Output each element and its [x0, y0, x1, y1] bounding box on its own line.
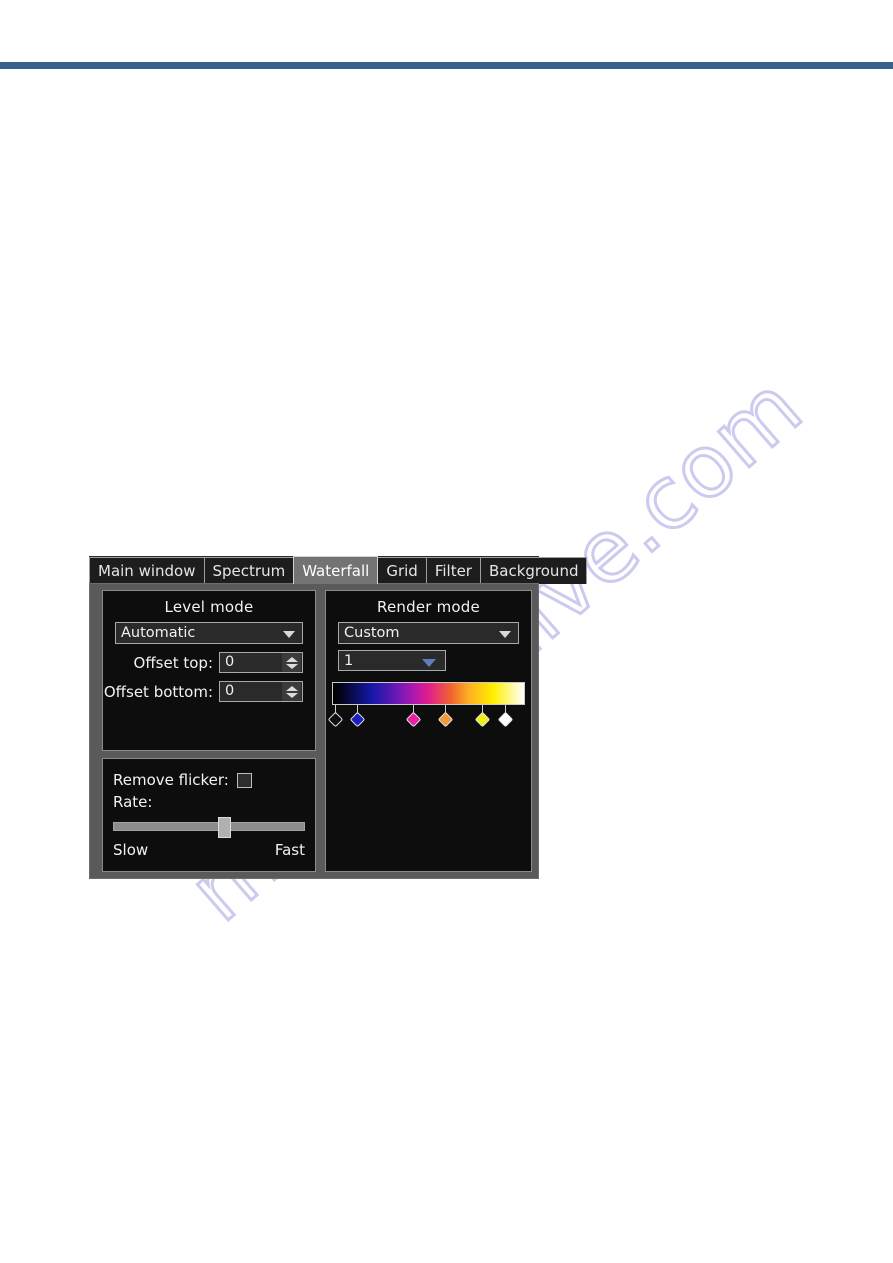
render-mode-combo-value: Custom [344, 625, 400, 641]
rate-slider[interactable] [113, 817, 305, 839]
gradient-stop-4[interactable] [438, 705, 454, 731]
page-header-rule [0, 62, 893, 69]
arrow-up-icon[interactable] [285, 685, 298, 691]
gradient-stop-swatch[interactable] [349, 711, 365, 728]
tab-waterfall[interactable]: Waterfall [293, 556, 379, 584]
gradient-stop-1[interactable] [328, 705, 344, 731]
gradient-stop-swatch[interactable] [405, 711, 421, 728]
offset-top-stepper[interactable]: 0 [219, 652, 303, 673]
offset-top-spin-buttons[interactable] [282, 653, 301, 672]
rate-slow-label: Slow [113, 841, 149, 860]
render-mode-group: Render mode Custom 1 [325, 590, 532, 872]
offset-bottom-stepper[interactable]: 0 [219, 681, 303, 702]
offset-top-row: Offset top: 0 [103, 652, 315, 673]
offset-top-value: 0 [225, 654, 235, 670]
level-mode-title: Level mode [164, 598, 254, 616]
palette-index-combo[interactable]: 1 [338, 650, 446, 671]
offset-top-label: Offset top: [133, 653, 213, 672]
gradient-stop-swatch[interactable] [328, 711, 344, 728]
palette-gradient-editor[interactable] [326, 682, 531, 731]
gradient-stop-swatch[interactable] [438, 711, 454, 728]
offset-bottom-spin-buttons[interactable] [282, 682, 301, 701]
gradient-stop-5[interactable] [474, 705, 491, 731]
render-mode-combo[interactable]: Custom [338, 622, 519, 644]
waterfall-settings-dialog: Main window Spectrum Waterfall Grid Filt… [89, 556, 588, 879]
render-mode-title: Render mode [377, 598, 480, 616]
arrow-down-icon[interactable] [285, 663, 298, 669]
rate-slider-endpoints: Slow Fast [103, 831, 315, 859]
chevron-down-icon [422, 658, 436, 667]
tab-spectrum[interactable]: Spectrum [203, 557, 295, 584]
level-mode-group: Level mode Automatic Offset top: 0 Offse… [102, 590, 316, 752]
tab-main-window[interactable]: Main window [89, 557, 205, 584]
tab-background[interactable]: Background [479, 557, 588, 584]
palette-index-value: 1 [344, 653, 354, 669]
rate-fast-label: Fast [274, 841, 305, 860]
rate-slider-handle[interactable] [218, 817, 232, 839]
remove-flicker-group: Remove flicker: Rate: Slow Fast [102, 758, 316, 872]
offset-bottom-row: Offset bottom: 0 [103, 681, 315, 702]
gradient-stop-3[interactable] [405, 705, 421, 731]
offset-bottom-label: Offset bottom: [103, 682, 213, 701]
right-column: Render mode Custom 1 [322, 584, 538, 878]
gradient-stop-swatch[interactable] [474, 711, 491, 728]
chevron-down-icon [283, 631, 295, 638]
remove-flicker-label: Remove flicker: [113, 771, 229, 790]
waterfall-settings-body: Level mode Automatic Offset top: 0 Offse… [89, 583, 539, 879]
palette-gradient-bar[interactable] [332, 682, 525, 705]
rate-label: Rate: [113, 793, 153, 812]
remove-flicker-row: Remove flicker: [103, 759, 315, 789]
remove-flicker-checkbox[interactable] [236, 772, 252, 788]
tab-grid[interactable]: Grid [377, 557, 427, 584]
arrow-up-icon[interactable] [285, 656, 298, 662]
settings-tab-bar: Main window Spectrum Waterfall Grid Filt… [89, 556, 588, 584]
tab-filter[interactable]: Filter [425, 557, 481, 584]
level-mode-combo[interactable]: Automatic [115, 622, 303, 644]
gradient-stop-6[interactable] [497, 705, 514, 731]
gradient-stop-2[interactable] [349, 705, 365, 731]
left-column: Level mode Automatic Offset top: 0 Offse… [90, 584, 322, 878]
chevron-down-icon [499, 631, 511, 638]
level-mode-combo-value: Automatic [121, 625, 196, 641]
render-mode-controls: Custom 1 [326, 622, 531, 671]
arrow-down-icon[interactable] [285, 692, 298, 698]
palette-gradient-stops [328, 705, 525, 731]
offset-bottom-value: 0 [225, 683, 235, 699]
gradient-stop-swatch[interactable] [497, 711, 514, 728]
